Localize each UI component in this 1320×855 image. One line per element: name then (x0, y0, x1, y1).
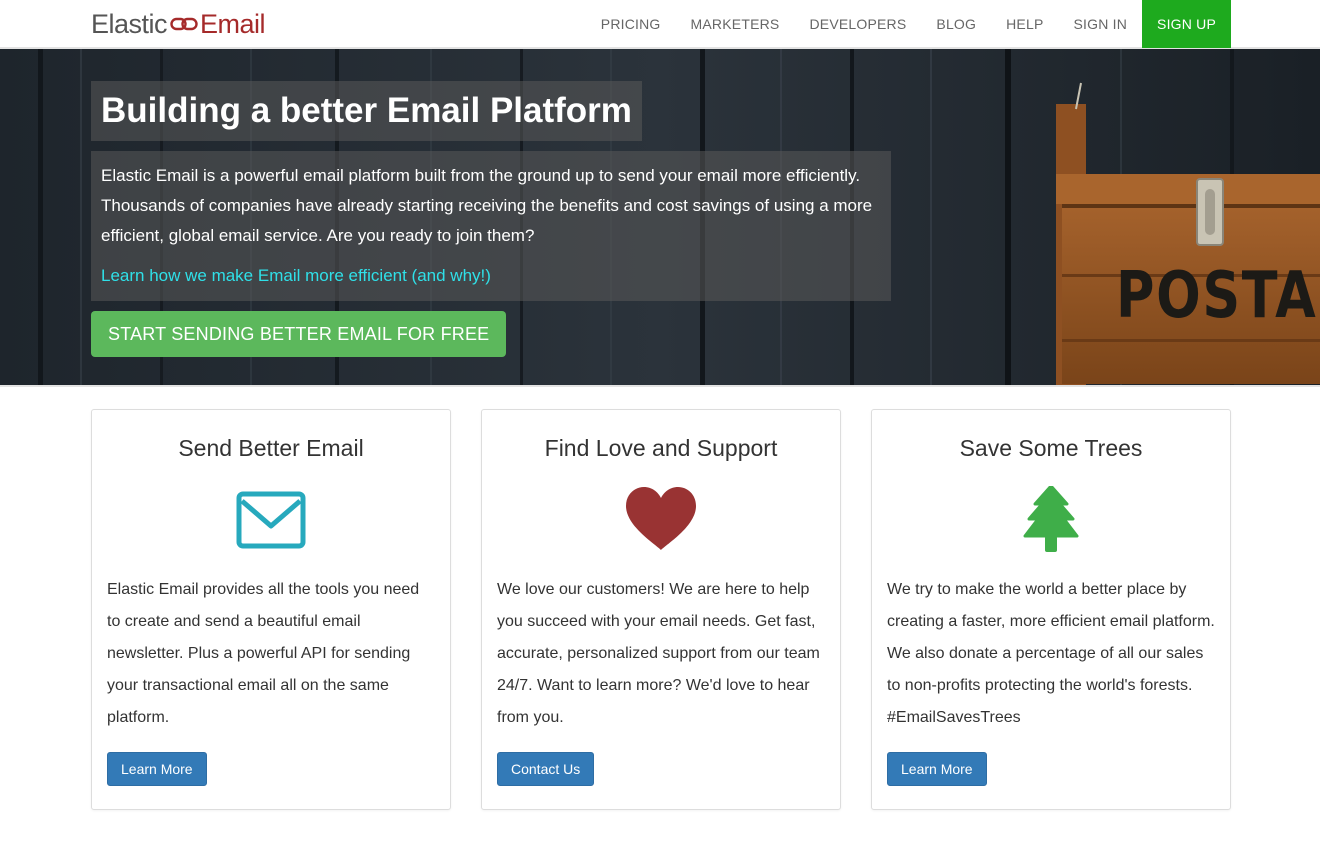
top-navbar: Elastic Email PRICING MARKETERS DEVELOPE… (0, 0, 1320, 49)
feature-card-support: Find Love and Support We love our custom… (481, 409, 841, 810)
feature-card-send: Send Better Email Elastic Email provides… (91, 409, 451, 810)
heart-icon (626, 487, 696, 550)
nav-developers[interactable]: DEVELOPERS (794, 0, 921, 48)
nav-blog[interactable]: BLOG (921, 0, 991, 48)
hero-banner: Building a better Email Platform Elastic… (0, 49, 1320, 387)
hero-description: Elastic Email is a powerful email platfo… (101, 166, 873, 245)
hero-learn-link[interactable]: Learn how we make Email more efficient (… (101, 261, 881, 291)
brand-name-part2: Email (200, 8, 266, 39)
nav-sign-up-button[interactable]: SIGN UP (1142, 0, 1231, 48)
card-text: We love our customers! We are here to he… (497, 581, 820, 726)
main-nav: PRICING MARKETERS DEVELOPERS BLOG HELP S… (586, 0, 1231, 48)
envelope-icon (236, 491, 306, 549)
brand-name-part1: Elastic (91, 8, 168, 39)
nav-sign-in[interactable]: SIGN IN (1059, 0, 1143, 48)
card-text: Elastic Email provides all the tools you… (107, 581, 420, 726)
card-text: We try to make the world a better place … (887, 581, 1215, 726)
card-title: Save Some Trees (959, 435, 1143, 461)
nav-pricing[interactable]: PRICING (586, 0, 676, 48)
card-title: Send Better Email (178, 435, 364, 461)
start-sending-cta-button[interactable]: START SENDING BETTER EMAIL FOR FREE (91, 311, 507, 357)
nav-marketers[interactable]: MARKETERS (676, 0, 795, 48)
mailbox-sign-text: POSTA (1116, 259, 1318, 333)
chain-link-icon (170, 17, 198, 31)
card-title: Find Love and Support (544, 435, 778, 461)
contact-us-button[interactable]: Contact Us (497, 752, 595, 786)
feature-card-trees: Save Some Trees We try to make the world… (871, 409, 1231, 810)
brand-logo[interactable]: Elastic Email (91, 8, 266, 40)
hero-description-panel: Elastic Email is a powerful email platfo… (91, 151, 891, 301)
learn-more-button[interactable]: Learn More (107, 752, 207, 786)
tree-icon (1023, 486, 1079, 552)
hero-title: Building a better Email Platform (91, 81, 642, 141)
learn-more-button[interactable]: Learn More (887, 752, 987, 786)
nav-help[interactable]: HELP (991, 0, 1058, 48)
